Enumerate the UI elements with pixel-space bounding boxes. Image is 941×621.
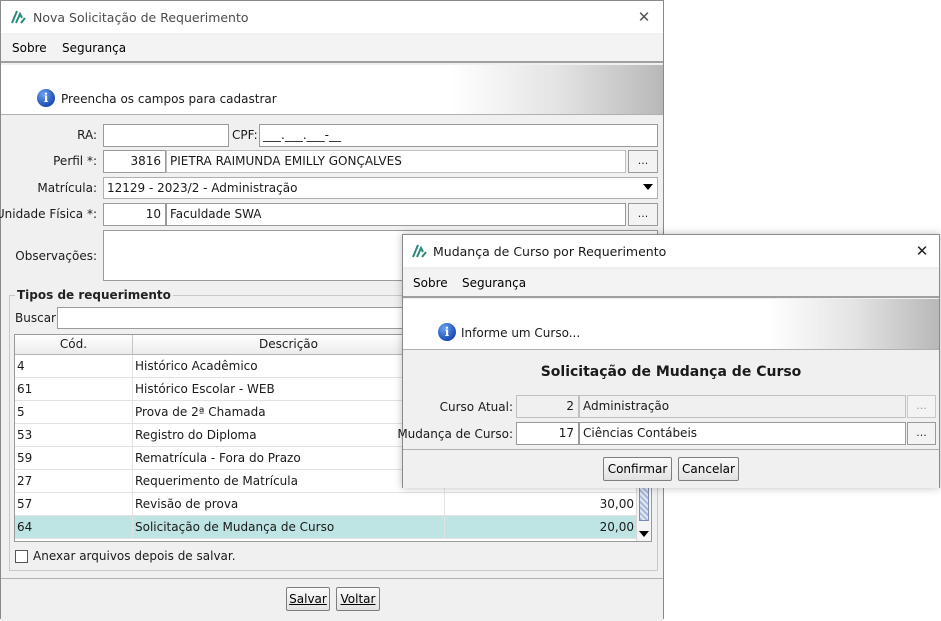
app-logo-icon [11, 10, 26, 24]
dialog-titlebar: Mudança de Curso por Requerimento ✕ [403, 235, 939, 267]
dialog-banner: i Informe um Curso... [403, 299, 939, 350]
table-row[interactable]: 57 Revisão de prova 30,00 [15, 493, 637, 516]
main-window-title: Nova Solicitação de Requerimento [33, 10, 249, 25]
column-header-cod[interactable]: Cód. [15, 335, 133, 355]
voltar-label: Voltar [340, 592, 376, 606]
main-footer: Salvar Voltar [1, 578, 663, 621]
obs-label: Observações: [15, 249, 97, 263]
app-logo-icon [412, 244, 427, 258]
salvar-label: Salvar [289, 592, 327, 606]
column-header-descricao[interactable]: Descrição [133, 335, 445, 355]
confirmar-button[interactable]: Confirmar [603, 457, 672, 481]
perfil-lookup-button[interactable]: ... [628, 150, 658, 173]
cpf-label: CPF: [232, 128, 258, 142]
curso-atual-lookup-button: ... [907, 395, 936, 418]
mudanca-dialog: Mudança de Curso por Requerimento ✕ Sobr… [397, 234, 940, 488]
cell-cod: 5 [15, 401, 133, 423]
tipos-group-title: Tipos de requerimento [15, 288, 173, 302]
unidade-lookup-button[interactable]: ... [628, 203, 658, 226]
banner-text: Preencha os campos para cadastrar [61, 92, 277, 106]
cell-descricao: Rematrícula - Fora do Prazo [133, 447, 445, 469]
info-icon: i [37, 89, 55, 107]
perfil-label: Perfil *: [53, 154, 97, 168]
cpf-input[interactable]: ___.___.___-__ [259, 124, 658, 147]
cell-cod: 4 [15, 355, 133, 377]
voltar-button[interactable]: Voltar [336, 587, 380, 611]
cell-descricao: Histórico Escolar - WEB [133, 378, 445, 400]
ra-input[interactable] [103, 124, 229, 147]
perfil-code-input[interactable]: 3816 [103, 150, 166, 173]
curso-atual-name: Administração [579, 395, 906, 418]
unidade-label: Unidade Física *: [0, 207, 97, 221]
cell-cod: 57 [15, 493, 133, 515]
dialog-title: Mudança de Curso por Requerimento [433, 244, 667, 259]
cell-valor: 30,00 [599, 497, 634, 511]
ra-label: RA: [77, 128, 97, 142]
close-icon[interactable]: ✕ [631, 5, 657, 29]
cell-cod: 64 [15, 516, 133, 538]
main-titlebar: Nova Solicitação de Requerimento ✕ [1, 1, 663, 33]
matricula-label: Matrícula: [37, 181, 97, 195]
cancelar-button[interactable]: Cancelar [678, 457, 739, 481]
dialog-footer: Confirmar Cancelar [403, 449, 939, 488]
unidade-name-field: Faculdade SWA [166, 203, 626, 226]
cell-cod: 53 [15, 424, 133, 446]
anexar-checkbox[interactable] [15, 550, 28, 563]
menu-sobre[interactable]: Sobre [12, 41, 47, 55]
mudanca-lookup-button[interactable]: ... [907, 422, 936, 445]
matricula-selected-value: 12129 - 2023/2 - Administração [107, 181, 298, 195]
matricula-select[interactable]: 12129 - 2023/2 - Administração [103, 177, 658, 199]
menu-seguranca[interactable]: Segurança [62, 41, 126, 55]
table-row[interactable]: 64 Solicitação de Mudança de Curso 20,00 [15, 516, 637, 539]
cell-cod: 27 [15, 470, 133, 492]
buscar-label: Buscar: [15, 311, 60, 325]
dialog-menubar: Sobre Segurança [403, 270, 939, 298]
perfil-name-field: PIETRA RAIMUNDA EMILLY GONÇALVES [166, 150, 626, 173]
mudanca-code-input[interactable]: 17 [516, 422, 579, 445]
cell-descricao: Requerimento de Matrícula [133, 470, 445, 492]
salvar-button[interactable]: Salvar [286, 587, 330, 611]
curso-atual-code: 2 [516, 395, 579, 418]
main-banner: i Preencha os campos para cadastrar [1, 65, 663, 115]
dialog-close-icon[interactable]: ✕ [909, 239, 935, 263]
cell-descricao: Revisão de prova [133, 493, 445, 515]
main-menubar: Sobre Segurança [1, 35, 663, 63]
cell-descricao: Solicitação de Mudança de Curso [133, 516, 445, 538]
dialog-menu-sobre[interactable]: Sobre [413, 276, 448, 290]
cell-cod: 61 [15, 378, 133, 400]
unidade-code-input[interactable]: 10 [103, 203, 166, 226]
info-icon: i [438, 323, 456, 341]
mudanca-name-field: Ciências Contábeis [579, 422, 906, 445]
cell-descricao: Prova de 2ª Chamada [133, 401, 445, 423]
curso-atual-label: Curso Atual: [439, 400, 513, 414]
anexar-label: Anexar arquivos depois de salvar. [33, 549, 236, 563]
cell-descricao: Histórico Acadêmico [133, 355, 445, 377]
cell-valor: 20,00 [599, 520, 634, 534]
mudanca-label: Mudança de Curso: [397, 427, 513, 441]
dialog-menu-seguranca[interactable]: Segurança [462, 276, 526, 290]
scroll-down-icon[interactable] [639, 531, 649, 538]
scrollbar-thumb[interactable] [639, 485, 649, 521]
dialog-banner-text: Informe um Curso... [461, 326, 581, 340]
chevron-down-icon [643, 184, 653, 190]
dialog-heading: Solicitação de Mudança de Curso [540, 364, 802, 380]
cell-cod: 59 [15, 447, 133, 469]
